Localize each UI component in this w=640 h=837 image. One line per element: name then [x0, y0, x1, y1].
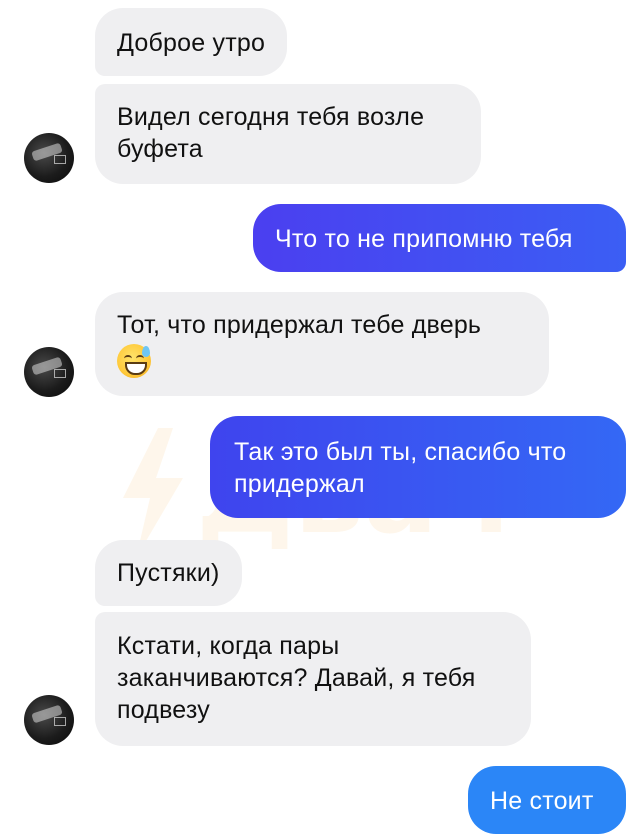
message-text-line: заканчиваются? Давай, я тебя	[117, 664, 476, 692]
message-text-line: Кстати, когда пары	[117, 632, 340, 660]
message-text: Доброе утро	[117, 29, 266, 57]
sweat-smile-emoji	[117, 344, 151, 379]
message-text: Что то не припомню тебя	[275, 225, 573, 253]
sender-avatar[interactable]	[24, 133, 74, 183]
message-text-line: Видел сегодня тебя возле	[117, 103, 425, 131]
message-bubble-outgoing[interactable]: Так это был ты, спасибо что придержал	[210, 416, 626, 518]
message-bubble-incoming[interactable]: Пустяки)	[95, 540, 242, 606]
message-text-line: подвезу	[117, 696, 210, 724]
sender-avatar[interactable]	[24, 347, 74, 397]
message-bubble-outgoing[interactable]: Что то не припомню тебя	[253, 204, 626, 272]
message-text: Не стоит	[490, 787, 594, 815]
message-bubble-incoming[interactable]: Доброе утро	[95, 8, 288, 76]
sender-avatar[interactable]	[24, 695, 74, 745]
message-text-line: Так это был ты, спасибо что	[234, 438, 567, 466]
message-bubble-incoming[interactable]: Тот, что придержал тебе дверь	[95, 292, 549, 396]
message-text-line: буфета	[117, 135, 203, 163]
message-text: Пустяки)	[117, 559, 220, 587]
lightning-icon	[123, 428, 183, 558]
message-text-line: придержал	[234, 470, 365, 498]
message-bubble-incoming[interactable]: Видел сегодня тебя возле буфета	[95, 84, 481, 184]
chat-thread: Двач Доброе утро Видел сегодня тебя возл…	[0, 0, 640, 837]
message-bubble-incoming[interactable]: Кстати, когда пары заканчиваются? Давай,…	[95, 612, 531, 746]
message-text: Тот, что придержал тебе дверь	[117, 311, 482, 339]
message-bubble-outgoing[interactable]: Не стоит	[468, 766, 626, 834]
